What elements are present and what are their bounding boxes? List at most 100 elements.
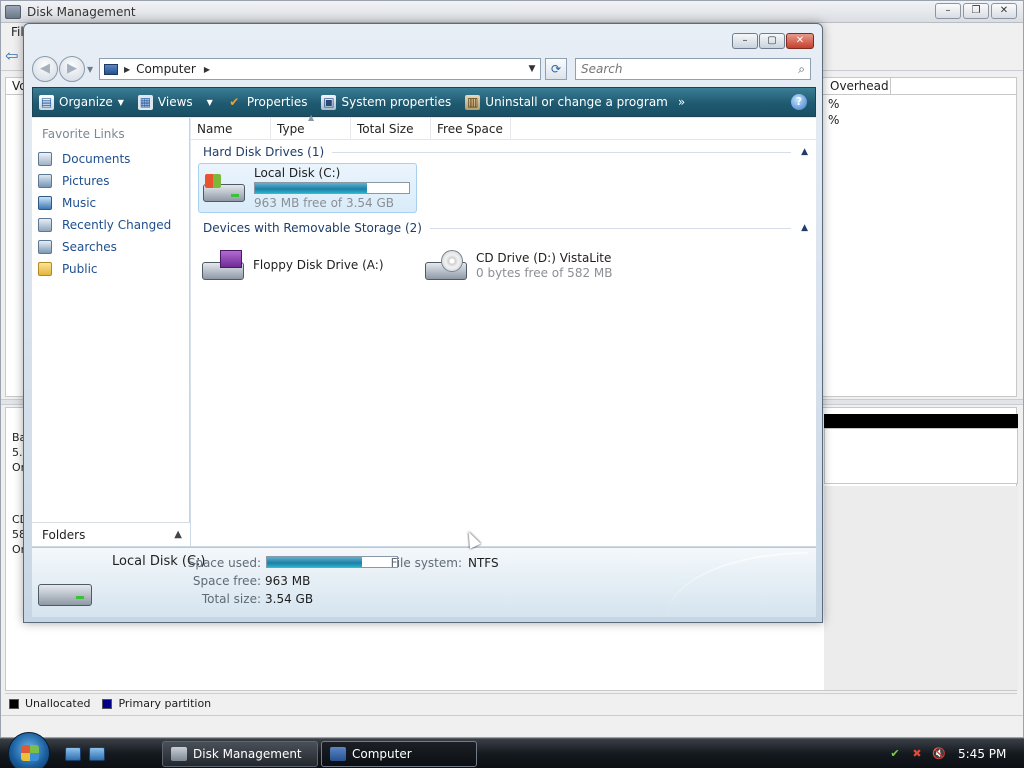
drive-cd-d[interactable]: CD Drive (D:) VistaLite 0 bytes free of … [421,242,621,292]
address-dropdown-icon[interactable]: ▼ [524,64,540,74]
column-header-name[interactable]: Name [191,118,271,140]
favorite-link-public[interactable]: Public [38,260,98,278]
dm-column-divider[interactable] [890,78,891,94]
group-divider [429,227,792,229]
taskbar-button-computer[interactable]: Computer [321,741,477,767]
close-button[interactable]: ✕ [786,33,814,49]
disk-management-titlebar[interactable]: Disk Management – ❐ ✕ [1,1,1023,23]
system-properties-button[interactable]: ▣ System properties [321,94,451,110]
taskbar-button-label: Computer [352,747,412,761]
start-button[interactable] [8,732,50,768]
views-icon: ▦ [137,94,153,110]
organize-label: Organize [59,95,113,109]
dm-status-bar [1,715,1023,737]
views-label: Views [157,95,193,109]
maximize-button[interactable]: ▢ [759,33,785,49]
safely-remove-hardware-icon[interactable]: ✔ [888,747,902,761]
views-button[interactable]: ▦ Views ▼ [137,94,213,110]
drive-local-disk-c[interactable]: Local Disk (C:) 963 MB free of 3.54 GB [198,163,417,213]
group-header-removable-storage[interactable]: Devices with Removable Storage (2) ▲ [203,220,808,236]
uninstall-program-button[interactable]: ▥ Uninstall or change a program [465,94,668,110]
dm-unallocated-region[interactable] [824,428,1018,484]
computer-icon [104,63,118,75]
legend-swatch-unallocated [9,698,19,709]
favorite-link-documents[interactable]: Documents [38,150,130,168]
organize-button[interactable]: ▤ Organize ▼ [39,94,124,110]
recently-changed-icon [38,218,52,232]
details-space-used-label: Space used: [187,556,261,570]
search-icon[interactable]: ⌕ [798,62,805,77]
more-commands-icon[interactable]: » [678,95,685,109]
legend-unallocated-label: Unallocated [25,697,91,710]
favorite-link-label: Documents [62,152,131,166]
switch-windows-icon[interactable] [89,747,105,761]
dm-menu-file[interactable]: Fil [11,25,24,39]
group-title: Devices with Removable Storage (2) [203,221,422,235]
clock[interactable]: 5:45 PM [958,747,1006,761]
favorite-link-music[interactable]: Music [38,194,96,212]
drive-name: CD Drive (D:) VistaLite [476,251,612,265]
music-icon [38,196,52,210]
recent-pages-dropdown[interactable]: ▼ [87,65,97,74]
group-header-hard-disk-drives[interactable]: Hard Disk Drives (1) ▲ [203,144,808,160]
favorite-link-recently-changed[interactable]: Recently Changed [38,216,171,234]
back-button[interactable]: ◀ [32,56,58,82]
favorite-link-label: Searches [62,240,117,254]
documents-icon [38,152,52,166]
taskbar-button-disk-management[interactable]: Disk Management [162,741,318,767]
dm-restore-button[interactable]: ❐ [963,3,989,19]
favorite-link-label: Pictures [62,174,110,188]
favorite-link-label: Recently Changed [62,218,172,232]
properties-label: Properties [246,95,308,109]
favorite-link-searches[interactable]: Searches [38,238,117,256]
help-icon[interactable]: ? [791,94,807,110]
details-pane: Local Disk (C:) Space used: File system:… [32,547,816,617]
collapse-group-icon[interactable]: ▲ [801,223,808,233]
network-disconnected-icon[interactable]: ✖ [910,747,924,761]
breadcrumb-chevron-icon[interactable]: ▶ [204,65,210,74]
address-bar[interactable]: ▶ Computer ▶ ▼ [99,58,541,80]
disk-management-app-icon [5,4,21,19]
dm-close-button[interactable]: ✕ [991,3,1017,19]
volume-muted-icon[interactable]: 🔇 [932,747,946,761]
favorite-link-pictures[interactable]: Pictures [38,172,110,190]
refresh-button[interactable]: ⟳ [545,58,567,80]
column-headers: Name Type ▲ Total Size Free Space [191,113,816,140]
column-header-free-space[interactable]: Free Space [431,118,511,140]
dm-overhead-column-header[interactable]: Overhead [824,79,889,93]
breadcrumb-chevron-icon[interactable]: ▶ [124,65,130,74]
explorer-window-controls: – ▢ ✕ [732,33,814,49]
details-usage-fill [267,557,362,567]
folders-label: Folders [42,527,86,542]
collapse-group-icon[interactable]: ▲ [801,147,808,157]
system-properties-icon: ▣ [321,94,337,110]
dm-cd-region[interactable] [824,486,1018,690]
breadcrumb-computer[interactable]: Computer [136,62,196,76]
pictures-icon [38,174,52,188]
column-header-total-size[interactable]: Total Size [351,118,431,140]
taskbar: Disk Management Computer ✔ ✖ 🔇 5:45 PM [0,732,1024,768]
show-desktop-icon[interactable] [65,747,81,761]
navigation-row: ◀ ▶ ▼ ▶ Computer ▶ ▼ ⟳ ⌕ [32,54,816,84]
minimize-button[interactable]: – [732,33,758,49]
dm-minimize-button[interactable]: – [935,3,961,19]
drive-floppy-a[interactable]: Floppy Disk Drive (A:) [198,242,398,292]
forward-button[interactable]: ▶ [59,56,85,82]
chevron-down-icon: ▼ [117,97,124,107]
folders-toggle[interactable]: Folders ▲ [32,522,190,546]
search-input[interactable] [581,62,781,76]
disk-management-window-controls: – ❐ ✕ [935,3,1017,19]
search-box[interactable]: ⌕ [575,58,811,80]
dm-unallocated-strip[interactable] [824,414,1018,428]
dm-volume-row-pct: % [828,113,840,127]
checkmark-icon: ✔ [229,94,240,109]
decorative-swoosh [668,552,808,616]
dm-legend: Unallocated Primary partition [5,693,1017,713]
properties-button[interactable]: ✔ Properties [227,94,308,110]
details-total-size-value: 3.54 GB [265,592,314,606]
dm-back-arrow-icon[interactable]: ⇦ [5,47,23,64]
searches-icon [38,240,52,254]
command-bar: ▤ Organize ▼ ▦ Views ▼ ✔ Properties ▣ Sy… [32,87,816,117]
details-file-system-label: File system: [390,556,462,570]
group-title: Hard Disk Drives (1) [203,145,325,159]
